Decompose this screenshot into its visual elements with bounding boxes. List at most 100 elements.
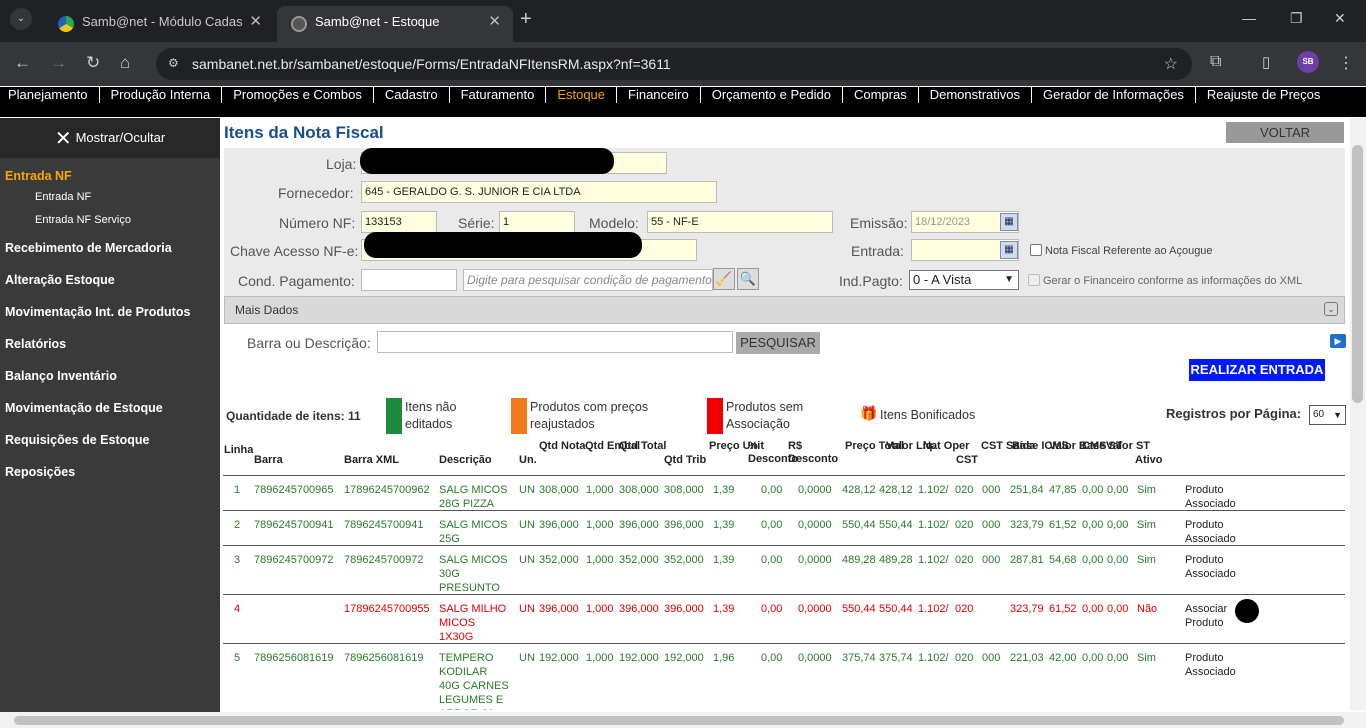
sidebar-item-entrada-nf[interactable]: Entrada NF bbox=[0, 186, 220, 209]
url-text[interactable]: sambanet.net.br/sambanet/estoque/Forms/E… bbox=[192, 56, 671, 72]
cell-qtd-embal: 1,000 bbox=[586, 519, 614, 531]
cell-base-icms: 323,79 bbox=[1010, 519, 1044, 531]
menu-item-5[interactable]: Estoque bbox=[545, 87, 616, 103]
cell-nat-oper: 1.102/ bbox=[918, 519, 949, 531]
menu-item-10[interactable]: Gerador de Informações bbox=[1031, 87, 1195, 103]
modelo-field[interactable]: 55 - NF-E bbox=[647, 211, 833, 233]
serie-field[interactable]: 1 bbox=[499, 211, 575, 233]
sidebar-section-2[interactable]: Movimentação Int. de Produtos bbox=[0, 296, 220, 328]
pesquisar-button[interactable]: PESQUISAR bbox=[736, 332, 820, 354]
cell-desc: SALG MILHO MICOS 1X30G QUEIJO bbox=[439, 603, 507, 643]
sidebar-section-1[interactable]: Alteração Estoque bbox=[0, 264, 220, 296]
restore-icon[interactable]: ❐ bbox=[1290, 10, 1303, 27]
cell-barra: 7896245700972 bbox=[254, 554, 334, 566]
forward-icon[interactable]: → bbox=[50, 53, 67, 73]
extensions-icon[interactable]: ⧉ bbox=[1210, 53, 1221, 71]
cell-nat-oper: 1.102/ bbox=[918, 484, 949, 496]
table-row[interactable]: 1 7896245700965 17896245700962 SALG MICOS 2… bbox=[223, 475, 1345, 510]
menu-item-6[interactable]: Financeiro bbox=[616, 87, 700, 103]
ind-pagto-select[interactable]: 0 - A Vista ▼ bbox=[909, 270, 1019, 290]
fornecedor-label: Fornecedor: bbox=[278, 185, 354, 201]
barra-descricao-input[interactable] bbox=[377, 331, 733, 353]
sidebar-section-7[interactable]: Reposições bbox=[0, 456, 220, 488]
clear-broom-icon[interactable]: 🧹 bbox=[713, 268, 735, 290]
realizar-entrada-button[interactable]: REALIZAR ENTRADA bbox=[1189, 359, 1325, 381]
menu-item-8[interactable]: Compras bbox=[841, 87, 918, 103]
window-close-icon[interactable]: ✕ bbox=[1334, 10, 1346, 27]
reload-icon[interactable]: ↻ bbox=[86, 53, 100, 73]
cell-barra-xml: 7896245700972 bbox=[344, 554, 424, 566]
tab-estoque[interactable]: Samb@net - Estoque ✕ bbox=[277, 6, 513, 42]
new-tab-icon[interactable]: + bbox=[520, 8, 532, 31]
vertical-scrollbar-thumb[interactable] bbox=[1352, 145, 1363, 403]
acougue-checkbox[interactable] bbox=[1030, 244, 1042, 256]
search-icon[interactable]: 🔍 bbox=[737, 268, 759, 290]
toggle-sidebar-button[interactable]: ✕ Mostrar/Ocultar bbox=[0, 118, 220, 158]
cell-pct-desc: 0,00 bbox=[761, 554, 783, 566]
close-icon[interactable]: ✕ bbox=[488, 12, 501, 30]
cell-preco-unit: 1,39 bbox=[713, 484, 735, 496]
table-header: Nat Oper bbox=[923, 440, 970, 452]
legend-swatch-nao-editados bbox=[386, 398, 402, 434]
calendar-icon[interactable]: ▦ bbox=[1000, 241, 1018, 259]
cond-pagamento-search-input[interactable]: Digite para pesquisar condição de pagame… bbox=[463, 269, 713, 291]
table-row[interactable]: 3 7896245700972 7896245700972 SALG MICOS 30… bbox=[223, 545, 1345, 594]
produto-associado-label: Produto Associado bbox=[1185, 519, 1236, 545]
menu-item-0[interactable]: Planejamento bbox=[0, 87, 99, 103]
menu-item-11[interactable]: Reajuste de Preços bbox=[1194, 87, 1331, 103]
profile-avatar[interactable]: SB bbox=[1297, 51, 1319, 73]
mais-dados-panel[interactable]: Mais Dados ⌄ bbox=[224, 296, 1345, 324]
browser-menu-icon[interactable]: ⋮ bbox=[1338, 53, 1354, 73]
table-row[interactable]: 4 17896245700955 SALG MILHO MICOS 1X30G QU… bbox=[223, 594, 1345, 643]
sidebar-section-5[interactable]: Movimentação de Estoque bbox=[0, 392, 220, 424]
cell-un: UN bbox=[519, 603, 535, 615]
table-header: Qtd Trib bbox=[664, 454, 707, 466]
sidebar-section-0[interactable]: Recebimento de Mercadoria bbox=[0, 232, 220, 264]
cond-pagamento-code-field[interactable] bbox=[361, 269, 457, 291]
site-info-icon[interactable]: ⚙ bbox=[168, 56, 179, 70]
cell-base-icms: 251,84 bbox=[1010, 484, 1044, 496]
bookmark-star-icon[interactable]: ☆ bbox=[1164, 54, 1178, 74]
cell-nat-oper: 1.102/ bbox=[918, 652, 949, 664]
back-icon[interactable]: ← bbox=[14, 53, 31, 73]
sidebar-section-3[interactable]: Relatórios bbox=[0, 328, 220, 360]
address-bar[interactable]: ⚙ sambanet.net.br/sambanet/estoque/Forms… bbox=[156, 48, 1192, 80]
table-header: Ativo bbox=[1135, 454, 1163, 466]
horizontal-scrollbar-thumb[interactable] bbox=[14, 716, 1344, 725]
chave-acesso-label: Chave Acesso NF-e: bbox=[230, 243, 359, 259]
video-camera-icon[interactable]: ▶ bbox=[1330, 334, 1346, 348]
side-panel-icon[interactable]: ▯ bbox=[1262, 53, 1270, 71]
gerar-financeiro-checkbox[interactable] bbox=[1028, 274, 1040, 286]
menu-item-1[interactable]: Produção Interna bbox=[98, 87, 222, 103]
legend-label: Produtos com preços reajustados bbox=[530, 400, 649, 431]
table-row[interactable]: 2 7896245700941 7896245700941 SALG MICOS 25… bbox=[223, 510, 1345, 545]
gift-icon: 🎁 bbox=[860, 405, 878, 421]
sidebar-section-4[interactable]: Balanço Inventário bbox=[0, 360, 220, 392]
menu-item-7[interactable]: Orçamento e Pedido bbox=[699, 87, 842, 103]
registros-select[interactable]: 60 ▼ bbox=[1309, 405, 1346, 425]
calendar-icon[interactable]: ▦ bbox=[1000, 213, 1018, 231]
table-row[interactable]: 5 7896256081619 7896256081619 TEMPERO KODIL… bbox=[223, 643, 1345, 710]
sidebar-item-entrada-nf-servico[interactable]: Entrada NF Serviço bbox=[0, 209, 220, 232]
legend-swatch-sem-associacao bbox=[707, 398, 723, 434]
minimize-icon[interactable]: — bbox=[1242, 10, 1256, 26]
fornecedor-field[interactable]: 645 - GERALDO G. S. JUNIOR E CIA LTDA bbox=[361, 181, 717, 203]
left-sidebar: ✕ Mostrar/Ocultar Entrada NF Entrada NF E… bbox=[0, 118, 220, 728]
menu-item-9[interactable]: Demonstrativos bbox=[917, 87, 1031, 103]
redaction-mark bbox=[364, 232, 642, 258]
cell-preco-total: 428,12 bbox=[842, 484, 876, 496]
tab-search-button[interactable]: ⌄ bbox=[10, 8, 32, 30]
legend-label: Itens não editados bbox=[405, 400, 457, 431]
menu-item-2[interactable]: Promoções e Combos bbox=[221, 87, 373, 103]
chevron-down-icon[interactable]: ⌄ bbox=[1324, 302, 1338, 316]
cell-base-st: 0,00 bbox=[1082, 652, 1104, 664]
sidebar-section-entrada-nf[interactable]: Entrada NF bbox=[0, 158, 220, 186]
home-icon[interactable]: ⌂ bbox=[120, 53, 130, 73]
menu-item-4[interactable]: Faturamento bbox=[448, 87, 546, 103]
close-icon[interactable]: ✕ bbox=[249, 12, 262, 30]
sidebar-section-6[interactable]: Requisições de Estoque bbox=[0, 424, 220, 456]
tab-modulo-cadastro[interactable]: Samb@net - Módulo Cadastro ✕ bbox=[44, 6, 274, 42]
voltar-button[interactable]: VOLTAR bbox=[1226, 122, 1344, 143]
menu-item-3[interactable]: Cadastro bbox=[372, 87, 449, 103]
numero-nf-field[interactable]: 133153 bbox=[361, 211, 437, 233]
